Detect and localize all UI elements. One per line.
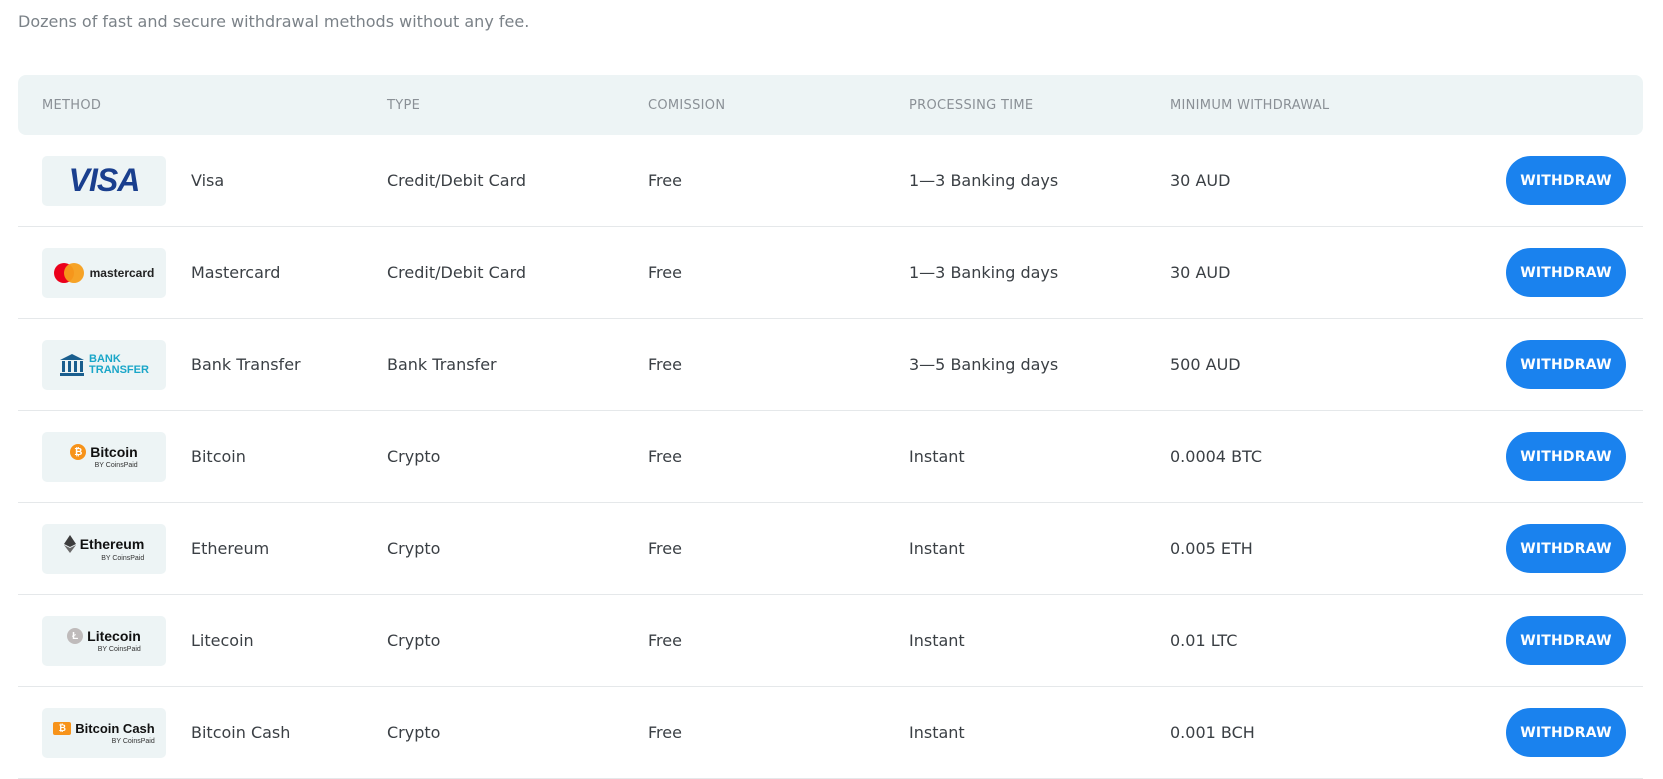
bank-building-icon xyxy=(60,353,85,376)
method-processing-time: Instant xyxy=(909,539,965,558)
withdraw-button[interactable]: WITHDRAW xyxy=(1506,616,1626,665)
method-processing-time: Instant xyxy=(909,447,965,466)
method-minimum: 0.001 BCH xyxy=(1170,723,1255,742)
ethereum-logo: Ethereum BY CoinsPaid xyxy=(42,523,166,574)
header-type: TYPE xyxy=(387,97,421,113)
method-minimum: 30 AUD xyxy=(1170,263,1231,282)
method-minimum: 0.005 ETH xyxy=(1170,539,1253,558)
method-type: Bank Transfer xyxy=(387,355,497,374)
table-row: Ł Litecoin BY CoinsPaid Litecoin Crypto … xyxy=(18,595,1643,687)
method-processing-time: 1—3 Banking days xyxy=(909,171,1059,190)
method-name: Ethereum xyxy=(191,539,270,558)
litecoin-icon: Ł xyxy=(67,628,84,644)
table-row: ₿ Bitcoin Cash BY CoinsPaid Bitcoin Cash… xyxy=(18,687,1643,779)
method-name: Bitcoin Cash xyxy=(191,723,291,742)
method-name: Litecoin xyxy=(191,631,254,650)
table-row: BANK TRANSFER Bank Transfer Bank Transfe… xyxy=(18,319,1643,411)
withdraw-button[interactable]: WITHDRAW xyxy=(1506,432,1626,481)
method-type: Crypto xyxy=(387,723,441,742)
withdrawal-table: METHOD TYPE COMISSION PROCESSING TIME MI… xyxy=(18,75,1643,779)
mastercard-logo: mastercard xyxy=(42,247,166,298)
method-type: Crypto xyxy=(387,539,441,558)
table-row: VISA Visa Credit/Debit Card Free 1—3 Ban… xyxy=(18,135,1643,227)
method-processing-time: Instant xyxy=(909,723,965,742)
withdraw-button[interactable]: WITHDRAW xyxy=(1506,156,1626,205)
visa-logo: VISA xyxy=(42,155,166,206)
bitcoin-logo: ₿ Bitcoin BY CoinsPaid xyxy=(42,431,166,482)
header-method: METHOD xyxy=(42,97,102,113)
litecoin-logo: Ł Litecoin BY CoinsPaid xyxy=(42,615,166,666)
withdraw-button[interactable]: WITHDRAW xyxy=(1506,524,1626,573)
method-name: Bank Transfer xyxy=(191,355,301,374)
table-row: mastercard Mastercard Credit/Debit Card … xyxy=(18,227,1643,319)
table-row: ₿ Bitcoin BY CoinsPaid Bitcoin Crypto Fr… xyxy=(18,411,1643,503)
ethereum-icon xyxy=(63,535,76,553)
method-minimum: 0.01 LTC xyxy=(1170,631,1238,650)
section-subtitle: Dozens of fast and secure withdrawal met… xyxy=(18,12,530,31)
method-commission: Free xyxy=(648,723,682,742)
bank-transfer-logo: BANK TRANSFER xyxy=(42,339,166,390)
bitcoin-icon: ₿ xyxy=(70,444,87,460)
method-name: Visa xyxy=(191,171,225,190)
header-minimum-withdrawal: MINIMUM WITHDRAWAL xyxy=(1170,97,1330,113)
withdraw-button[interactable]: WITHDRAW xyxy=(1506,708,1626,757)
method-minimum: 30 AUD xyxy=(1170,171,1231,190)
method-name: Mastercard xyxy=(191,263,281,282)
table-row: Ethereum BY CoinsPaid Ethereum Crypto Fr… xyxy=(18,503,1643,595)
header-commission: COMISSION xyxy=(648,97,726,113)
method-name: Bitcoin xyxy=(191,447,246,466)
method-commission: Free xyxy=(648,355,682,374)
method-commission: Free xyxy=(648,171,682,190)
bitcoin-cash-icon: ₿ xyxy=(53,721,72,735)
method-type: Credit/Debit Card xyxy=(387,171,527,190)
method-type: Credit/Debit Card xyxy=(387,263,527,282)
method-commission: Free xyxy=(648,631,682,650)
table-header: METHOD TYPE COMISSION PROCESSING TIME MI… xyxy=(18,75,1643,135)
method-processing-time: 1—3 Banking days xyxy=(909,263,1059,282)
withdrawal-methods-section: Dozens of fast and secure withdrawal met… xyxy=(0,0,1663,779)
method-type: Crypto xyxy=(387,631,441,650)
method-minimum: 500 AUD xyxy=(1170,355,1241,374)
method-commission: Free xyxy=(648,263,682,282)
mastercard-circles-icon xyxy=(53,262,84,283)
method-processing-time: Instant xyxy=(909,631,965,650)
method-type: Crypto xyxy=(387,447,441,466)
method-processing-time: 3—5 Banking days xyxy=(909,355,1059,374)
withdraw-button[interactable]: WITHDRAW xyxy=(1506,340,1626,389)
method-commission: Free xyxy=(648,539,682,558)
header-processing-time: PROCESSING TIME xyxy=(909,97,1034,113)
bitcoin-cash-logo: ₿ Bitcoin Cash BY CoinsPaid xyxy=(42,707,166,758)
method-minimum: 0.0004 BTC xyxy=(1170,447,1263,466)
method-commission: Free xyxy=(648,447,682,466)
withdraw-button[interactable]: WITHDRAW xyxy=(1506,248,1626,297)
